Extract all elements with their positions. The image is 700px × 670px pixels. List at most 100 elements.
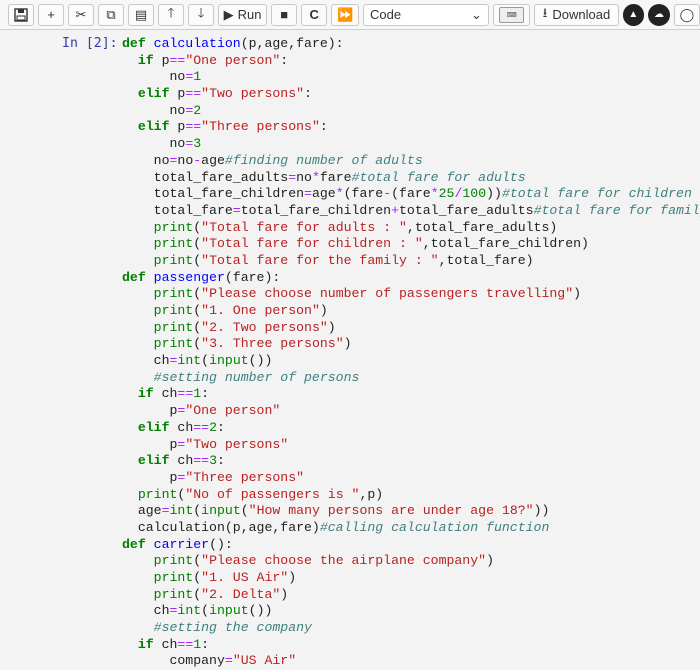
download-button[interactable]: ⭳ Download <box>534 3 619 26</box>
code-line: if ch==1: <box>122 386 700 403</box>
move-up-button[interactable]: 🡑 <box>158 3 184 26</box>
code-line: elif p=="Three persons": <box>122 119 700 136</box>
code-token: ( <box>193 319 202 335</box>
github-button[interactable]: ◯ <box>673 3 700 26</box>
code-token: no <box>122 152 170 168</box>
code-editor[interactable]: def calculation(p,age,fare): if p=="One … <box>122 36 700 670</box>
insert-cell-button[interactable]: + <box>38 3 64 26</box>
code-token: def <box>122 536 154 552</box>
code-token: 1 <box>193 69 202 85</box>
code-token: calculation <box>153 36 241 51</box>
code-token: "1. One person" <box>201 303 320 318</box>
code-line: p="Three persons" <box>122 470 700 487</box>
arrow-up-icon: 🡑 <box>167 4 175 20</box>
code-token: ( <box>193 286 202 302</box>
code-token: ch <box>122 353 170 369</box>
code-token: )) <box>486 186 502 202</box>
code-token: == <box>177 386 194 402</box>
code-token: ,p) <box>359 486 384 502</box>
save-icon <box>14 7 28 22</box>
code-token: ( <box>193 303 202 318</box>
code-token: 3 <box>209 453 217 469</box>
code-token: + <box>391 202 400 218</box>
code-line: total_fare=total_fare_children+total_far… <box>122 203 700 220</box>
code-token: (fare <box>343 186 384 202</box>
code-token: age <box>311 186 336 202</box>
code-token: total_fare_children <box>240 202 392 218</box>
code-line: p="Two persons" <box>122 437 700 454</box>
code-token: ()) <box>248 603 273 619</box>
code-token: "Total fare for the family : " <box>201 252 439 268</box>
code-token: ,total_fare_adults) <box>406 219 558 235</box>
cloud-upload-icon[interactable]: ☁ <box>648 3 670 26</box>
code-token: - <box>193 152 202 168</box>
code-token: #calling calculation function <box>319 519 550 535</box>
code-token: ( <box>201 603 210 619</box>
code-token: ch <box>161 636 178 652</box>
code-line: no=3 <box>122 136 700 153</box>
restart-run-all-button[interactable]: ⏩ <box>331 3 360 26</box>
code-token: fare <box>319 169 352 185</box>
cell-type-select[interactable]: Code ⌄ <box>363 3 489 26</box>
code-token: no <box>296 169 312 185</box>
code-token: ( <box>193 503 202 519</box>
code-token: ( <box>240 503 249 519</box>
code-token: : <box>304 86 312 102</box>
code-token: ( <box>193 252 202 268</box>
code-token: * <box>430 186 439 202</box>
restart-button[interactable]: C <box>301 3 328 26</box>
code-token: p <box>122 469 178 485</box>
code-token: age <box>201 152 225 168</box>
code-token: no <box>122 69 186 85</box>
code-token: = <box>288 169 297 185</box>
github-icon: ◯ <box>679 6 695 22</box>
code-token: int <box>177 603 202 619</box>
play-icon: ▶ <box>223 6 234 22</box>
code-token: if <box>137 636 162 652</box>
code-token: if <box>137 386 162 402</box>
input-prompt: In [2]: <box>62 36 118 51</box>
code-token: "Two persons" <box>185 436 289 452</box>
code-token: 1 <box>193 636 202 652</box>
command-palette-button[interactable]: ⌨ <box>492 3 531 26</box>
code-token: == <box>185 86 202 102</box>
paste-button[interactable]: ▤ <box>128 3 154 26</box>
code-token: input <box>201 503 241 519</box>
move-down-button[interactable]: 🡓 <box>188 3 214 26</box>
code-token: if <box>137 52 162 68</box>
code-token: : <box>216 453 225 469</box>
code-token: int <box>177 353 202 369</box>
save-button[interactable] <box>8 3 34 26</box>
code-line: no=1 <box>122 69 700 86</box>
code-token: elif <box>137 86 178 102</box>
code-cell[interactable]: In [2]: def calculation(p,age,fare): if … <box>0 30 700 668</box>
download-label: Download <box>552 7 611 22</box>
run-button[interactable]: ▶ Run <box>218 3 268 26</box>
code-token: def <box>122 269 154 285</box>
code-line: age=int(input("How many persons are unde… <box>122 503 700 520</box>
code-token: * <box>311 169 320 185</box>
code-token: calculation(p,age,fare) <box>122 519 320 535</box>
code-token: 3 <box>193 136 202 152</box>
code-token: : <box>216 419 225 435</box>
cut-button[interactable]: ✂ <box>68 3 94 26</box>
code-token: input <box>209 353 249 369</box>
code-token: ( <box>193 586 202 602</box>
code-token: ch <box>122 603 170 619</box>
code-token: elif <box>137 419 178 435</box>
code-token: print <box>137 486 178 502</box>
code-token: = <box>232 202 241 218</box>
code-token: total_fare_adults <box>399 202 534 218</box>
interrupt-button[interactable]: ■ <box>271 3 298 26</box>
code-token: passenger <box>153 269 225 285</box>
code-token: int <box>169 503 194 519</box>
upload-icon[interactable]: ▲ <box>622 3 645 26</box>
code-token: no <box>122 136 186 152</box>
code-line: if ch==1: <box>122 637 700 654</box>
download-icon: ⭳ <box>542 4 548 20</box>
copy-button[interactable]: ⧉ <box>98 3 124 26</box>
